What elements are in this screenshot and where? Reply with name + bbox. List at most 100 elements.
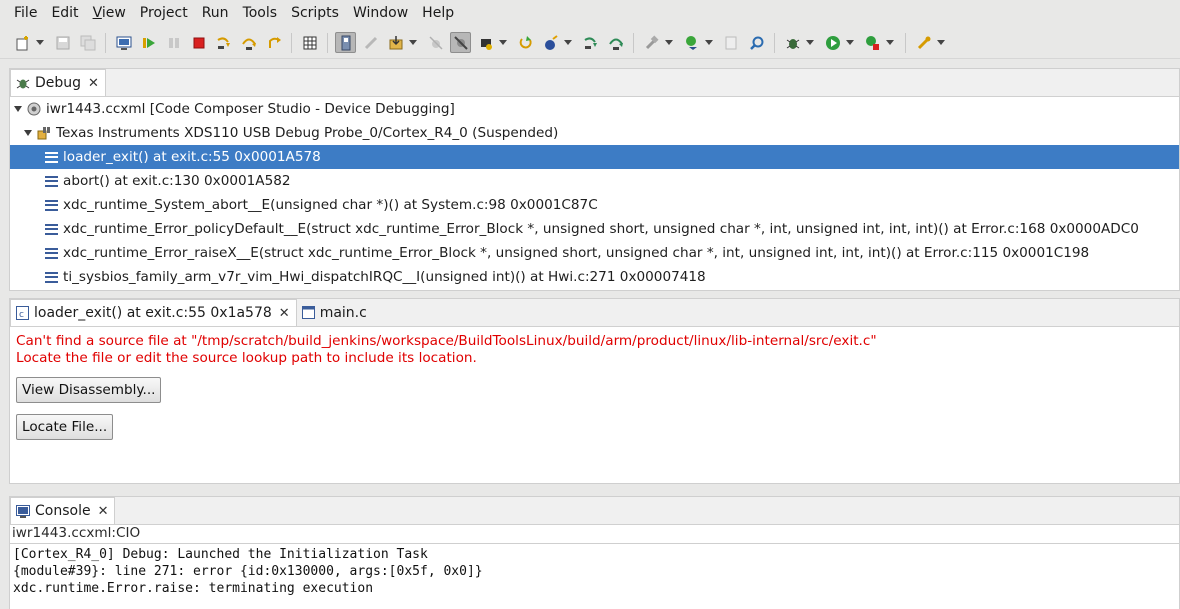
launch-icon[interactable] <box>913 32 934 53</box>
stack-frame-icon <box>45 271 58 283</box>
tree-root-label: iwr1443.ccxml [Code Composer Studio - De… <box>46 101 455 117</box>
menu-bar: File Edit View Project Run Tools Scripts… <box>0 0 1180 26</box>
chevron-down-icon[interactable] <box>13 104 23 114</box>
assembly-step-into-icon[interactable] <box>580 32 601 53</box>
debug-view-icon[interactable] <box>113 32 134 53</box>
tree-target-label: Texas Instruments XDS110 USB Debug Probe… <box>56 125 559 141</box>
terminate-icon[interactable] <box>188 32 209 53</box>
connect-target-icon[interactable] <box>335 32 356 53</box>
load-program-icon[interactable] <box>385 32 406 53</box>
save-all-icon[interactable] <box>77 32 98 53</box>
debug-tabbar: Debug ✕ <box>10 69 1179 97</box>
step-into-icon[interactable] <box>213 32 234 53</box>
console-line: [Cortex_R4_0] Debug: Launched the Initia… <box>13 547 428 562</box>
stack-frame-label: xdc_runtime_Error_raiseX__E(struct xdc_r… <box>63 245 1090 261</box>
debug-bug-icon[interactable] <box>782 32 803 53</box>
stack-frame-1[interactable]: abort() at exit.c:130 0x0001A582 <box>45 169 291 193</box>
svg-text:c: c <box>19 310 24 320</box>
stack-frame-label: xdc_runtime_System_abort__E(unsigned cha… <box>63 197 598 213</box>
reset-icon[interactable] <box>540 32 561 53</box>
new-dropdown[interactable] <box>35 32 45 53</box>
debug-view: Debug ✕ iwr1443.ccxml [Code Composer Stu… <box>9 68 1180 291</box>
tab-loader-exit[interactable]: c loader_exit() at exit.c:55 0x1a578 ✕ <box>10 299 297 326</box>
tab-main-c-label: main.c <box>319 304 367 321</box>
console-name: iwr1443.ccxml:CIO <box>12 525 141 541</box>
menu-edit[interactable]: Edit <box>44 0 85 26</box>
close-icon[interactable]: ✕ <box>98 504 109 519</box>
skip-breakpoints-icon[interactable] <box>450 32 471 53</box>
breakpoint-icon[interactable] <box>425 32 446 53</box>
menu-view[interactable]: View <box>86 0 133 26</box>
stack-frame-5[interactable]: ti_sysbios_family_arm_v7r_vim_Hwi_dispat… <box>45 265 706 289</box>
file-icon <box>301 306 315 319</box>
resume-icon[interactable] <box>138 32 159 53</box>
console-output[interactable]: [Cortex_R4_0] Debug: Launched the Initia… <box>10 543 1179 609</box>
menu-file[interactable]: File <box>7 0 44 26</box>
search-icon[interactable] <box>746 32 767 53</box>
toolbar-separator <box>774 32 775 53</box>
console-line: {module#39}: line 271: error {id:0x13000… <box>13 564 483 579</box>
menu-help[interactable]: Help <box>415 0 461 26</box>
source-not-found-message: Can't find a source file at "/tmp/scratc… <box>16 333 877 349</box>
suspend-icon[interactable] <box>163 32 184 53</box>
stack-frame-3[interactable]: xdc_runtime_Error_policyDefault__E(struc… <box>45 217 1139 241</box>
toolbar-separator <box>291 32 292 53</box>
stack-frame-label: loader_exit() at exit.c:55 0x0001A578 <box>63 149 321 165</box>
stack-frame-label: ti_sysbios_family_arm_v7r_vim_Hwi_dispat… <box>63 269 706 285</box>
disconnect-icon[interactable] <box>360 32 381 53</box>
console-view: Console ✕ iwr1443.ccxml:CIO [Cortex_R4_0… <box>9 496 1180 609</box>
save-icon[interactable] <box>52 32 73 53</box>
stack-frame-4[interactable]: xdc_runtime_Error_raiseX__E(struct xdc_r… <box>45 241 1089 265</box>
debug-dropdown[interactable] <box>704 32 714 53</box>
tab-debug-label: Debug <box>35 75 82 91</box>
debug-icon[interactable] <box>681 32 702 53</box>
menu-tools[interactable]: Tools <box>236 0 285 26</box>
stack-frame-2[interactable]: xdc_runtime_System_abort__E(unsigned cha… <box>45 193 598 217</box>
menu-window[interactable]: Window <box>346 0 415 26</box>
tree-target[interactable]: Texas Instruments XDS110 USB Debug Probe… <box>23 121 558 145</box>
registers-icon[interactable] <box>299 32 320 53</box>
load-program-dropdown[interactable] <box>408 32 418 53</box>
editor-tabbar: c loader_exit() at exit.c:55 0x1a578 ✕ m… <box>10 299 1179 327</box>
hardware-breakpoint-icon[interactable] <box>475 32 496 53</box>
toolbar-separator <box>633 32 634 53</box>
stack-frame-0[interactable]: loader_exit() at exit.c:55 0x0001A578 <box>10 145 1179 169</box>
view-disassembly-button[interactable]: View Disassembly... <box>16 377 162 403</box>
chevron-down-icon[interactable] <box>23 128 33 138</box>
menu-project[interactable]: Project <box>133 0 195 26</box>
run-icon[interactable] <box>721 32 742 53</box>
tab-debug[interactable]: Debug ✕ <box>10 69 106 96</box>
hardware-breakpoint-dropdown[interactable] <box>498 32 508 53</box>
toolbar-separator <box>327 32 328 53</box>
run-green-icon[interactable] <box>822 32 843 53</box>
build-icon[interactable] <box>641 32 662 53</box>
tab-main-c[interactable]: main.c <box>297 299 373 326</box>
close-icon[interactable]: ✕ <box>88 76 99 91</box>
profile-dropdown[interactable] <box>885 32 895 53</box>
stack-frame-label: xdc_runtime_Error_policyDefault__E(struc… <box>63 221 1139 237</box>
tree-root[interactable]: iwr1443.ccxml [Code Composer Studio - De… <box>13 97 455 121</box>
step-over-icon[interactable] <box>238 32 259 53</box>
tab-console[interactable]: Console ✕ <box>10 497 116 524</box>
run-green-dropdown[interactable] <box>845 32 855 53</box>
stack-frame-icon <box>45 175 58 187</box>
new-icon[interactable] <box>12 32 33 53</box>
debug-bug-dropdown[interactable] <box>805 32 815 53</box>
locate-file-button[interactable]: Locate File... <box>16 414 114 440</box>
editor-area: c loader_exit() at exit.c:55 0x1a578 ✕ m… <box>9 298 1180 484</box>
close-icon[interactable]: ✕ <box>279 306 290 321</box>
main-toolbar <box>0 27 1180 59</box>
assembly-step-over-icon[interactable] <box>605 32 626 53</box>
stack-frame-icon <box>45 199 58 211</box>
profile-icon[interactable] <box>862 32 883 53</box>
menu-run[interactable]: Run <box>195 0 236 26</box>
tab-loader-exit-label: loader_exit() at exit.c:55 0x1a578 <box>34 305 272 321</box>
step-return-icon[interactable] <box>263 32 284 53</box>
launch-dropdown[interactable] <box>936 32 946 53</box>
restart-icon[interactable] <box>515 32 536 53</box>
menu-scripts[interactable]: Scripts <box>284 0 346 26</box>
tab-console-label: Console <box>35 503 91 519</box>
c-file-icon: c <box>16 306 29 320</box>
build-dropdown[interactable] <box>664 32 674 53</box>
reset-dropdown[interactable] <box>563 32 573 53</box>
